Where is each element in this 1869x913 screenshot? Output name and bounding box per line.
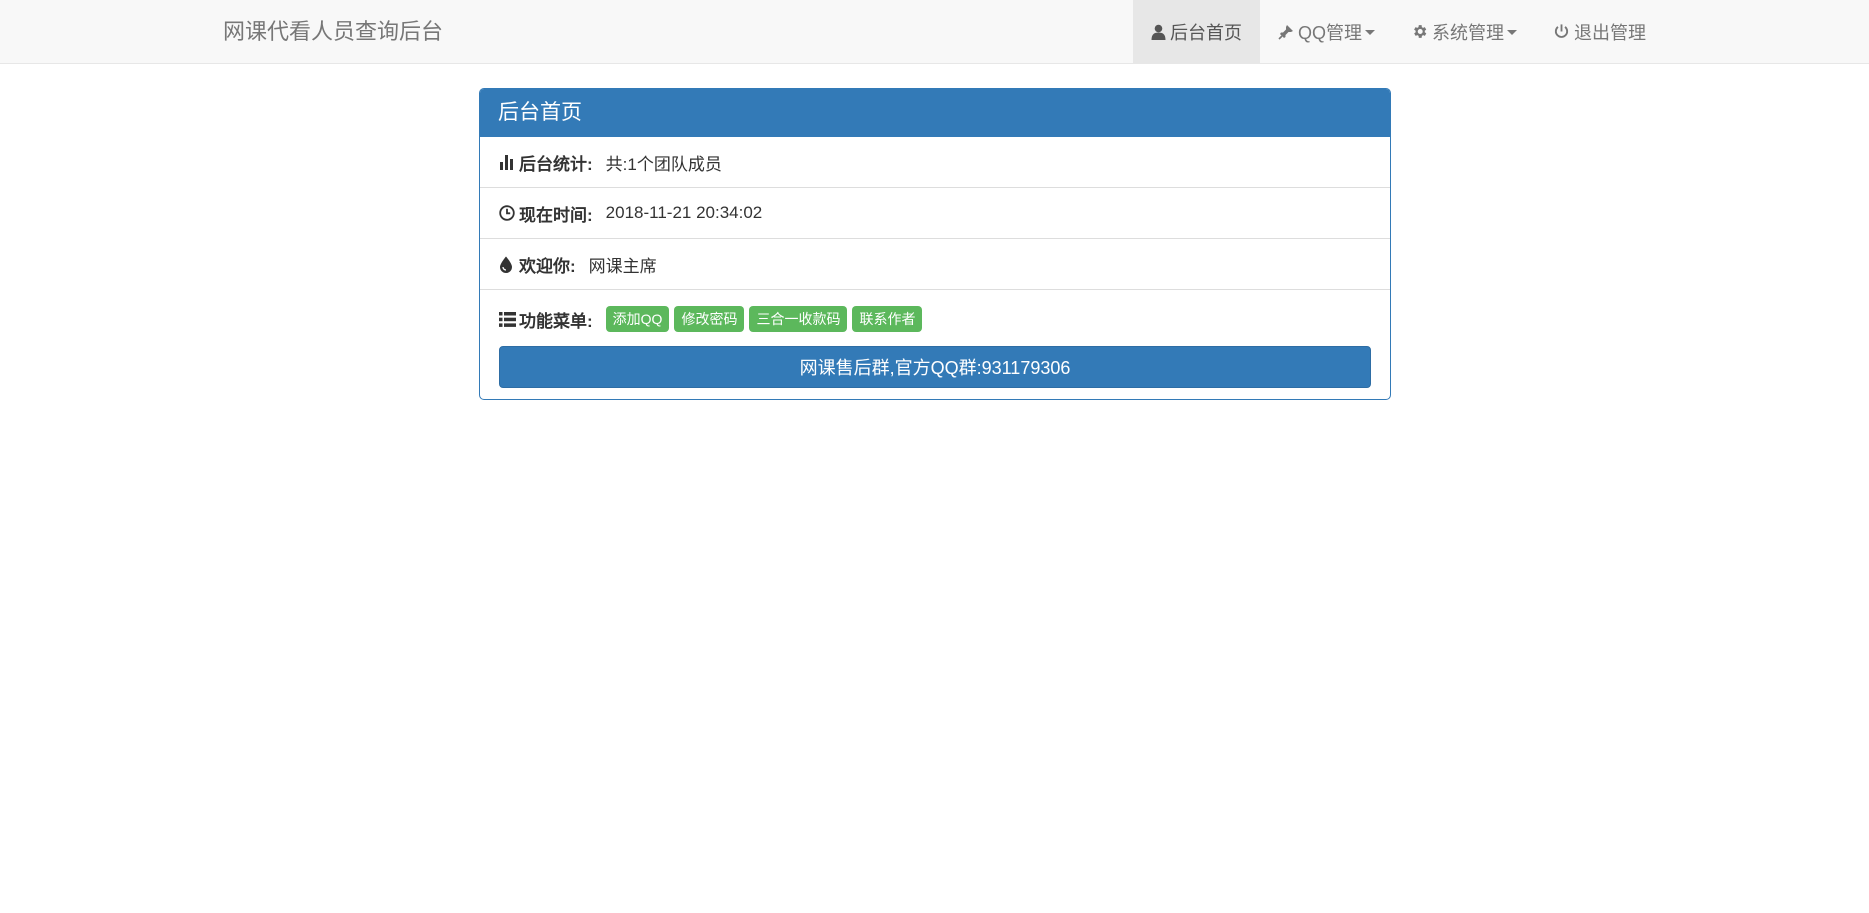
payment-code-button[interactable]: 三合一收款码 <box>749 306 848 332</box>
clock-icon <box>499 205 517 221</box>
tint-drop-icon <box>499 256 517 273</box>
pushpin-icon <box>1278 24 1294 40</box>
caret-down-icon <box>1365 30 1376 35</box>
stats-label: 后台统计: <box>519 154 593 174</box>
bar-chart-icon <box>499 154 517 170</box>
nav-item-home[interactable]: 后台首页 <box>1133 0 1260 63</box>
welcome-row: 欢迎你: 网课主席 <box>480 239 1390 290</box>
time-value: 2018-11-21 20:34:02 <box>605 203 763 222</box>
change-password-button[interactable]: 修改密码 <box>674 306 745 332</box>
nav-item-qq[interactable]: QQ管理 <box>1260 0 1393 63</box>
time-row: 现在时间: 2018-11-21 20:34:02 <box>480 188 1390 239</box>
brand-title[interactable]: 网课代看人员查询后台 <box>223 0 443 63</box>
nav-item-label: QQ管理 <box>1298 22 1363 43</box>
welcome-label: 欢迎你: <box>519 256 576 276</box>
add-qq-button[interactable]: 添加QQ <box>605 306 670 332</box>
menu-line: 功能菜单: 添加QQ 修改密码 三合一收款码 联系作者 <box>499 306 1390 332</box>
nav-item-label: 后台首页 <box>1170 22 1242 43</box>
qq-group-button[interactable]: 网课售后群,官方QQ群:931179306 <box>499 346 1371 388</box>
panel-title: 后台首页 <box>480 89 1390 137</box>
gear-icon <box>1411 23 1428 40</box>
time-label: 现在时间: <box>519 205 593 225</box>
nav-item-label: 系统管理 <box>1432 22 1505 43</box>
list-icon <box>499 311 517 327</box>
nav-item-system[interactable]: 系统管理 <box>1393 0 1535 63</box>
contact-author-button[interactable]: 联系作者 <box>852 306 923 332</box>
stats-row: 后台统计: 共:1个团队成员 <box>480 137 1390 188</box>
top-navbar: 网课代看人员查询后台 后台首页 QQ管理 系统管理 退出管理 <box>0 0 1869 64</box>
power-icon <box>1553 23 1570 40</box>
menu-label: 功能菜单: <box>519 311 593 331</box>
nav-item-label: 退出管理 <box>1574 22 1647 43</box>
menu-row: 功能菜单: 添加QQ 修改密码 三合一收款码 联系作者 网课售后群,官方QQ群:… <box>480 290 1390 392</box>
welcome-value: 网课主席 <box>588 256 657 276</box>
caret-down-icon <box>1507 30 1518 35</box>
nav-item-logout[interactable]: 退出管理 <box>1535 0 1664 63</box>
nav-menu: 后台首页 QQ管理 系统管理 退出管理 <box>1133 0 1664 63</box>
dashboard-panel: 后台首页 后台统计: 共:1个团队成员 现在时间: 2018-11-21 20:… <box>479 88 1391 400</box>
stats-value: 共:1个团队成员 <box>605 154 722 174</box>
user-icon <box>1151 24 1166 40</box>
